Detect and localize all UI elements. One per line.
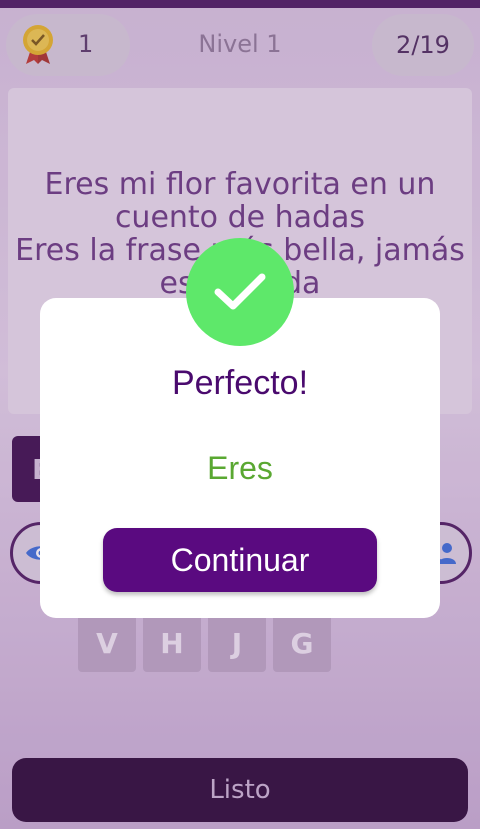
solved-word: Eres (207, 450, 273, 486)
success-badge (186, 238, 294, 346)
continue-button[interactable]: Continuar (103, 528, 377, 592)
check-icon (214, 273, 266, 310)
dialog-title: Perfecto! (171, 364, 309, 402)
